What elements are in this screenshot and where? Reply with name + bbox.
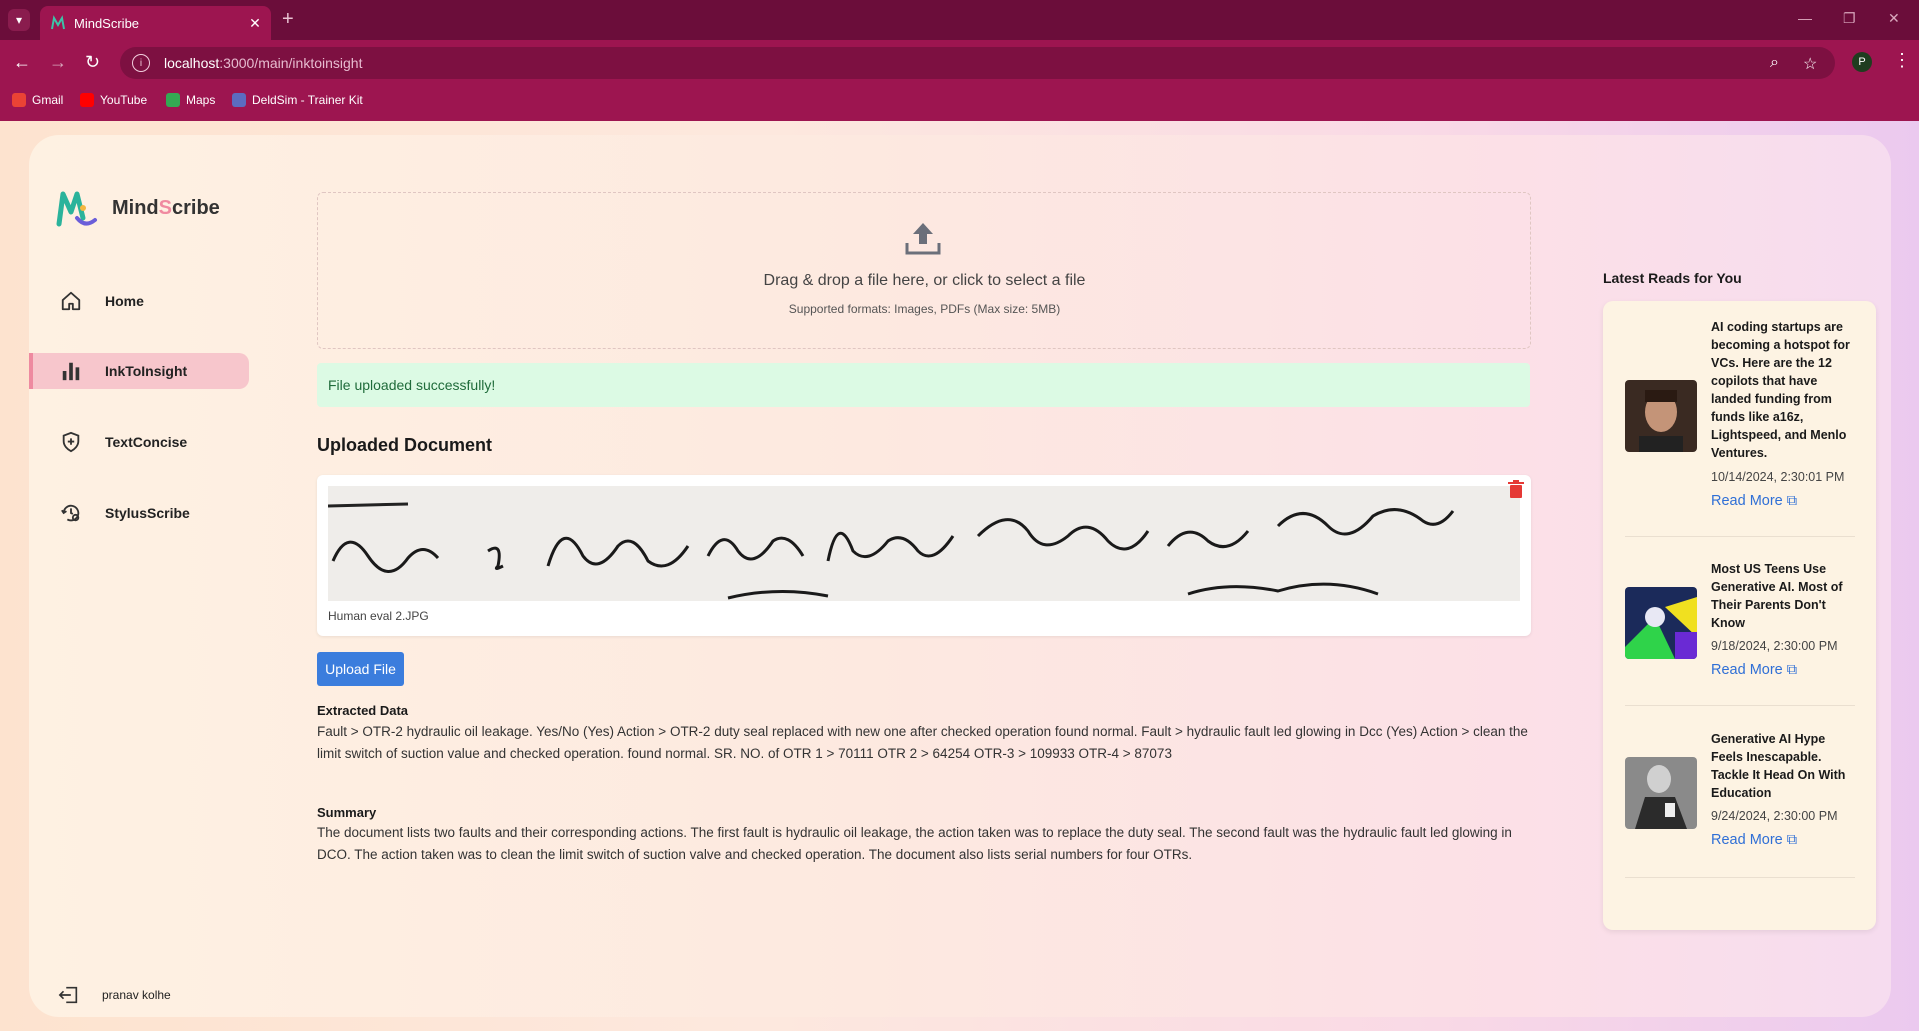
- restore-button[interactable]: ❐: [1843, 10, 1856, 27]
- sidebar-item-label: InkToInsight: [105, 363, 188, 379]
- reload-button[interactable]: ↻: [85, 52, 100, 72]
- bookmark-label: Maps: [186, 93, 216, 107]
- tab-title: MindScribe: [74, 15, 140, 31]
- address-bar[interactable]: i localhost:3000/main/inktoinsight: [120, 47, 1835, 79]
- read-more-link[interactable]: Read More ⧉: [1711, 662, 1797, 678]
- external-link-icon: ⧉: [1786, 832, 1798, 848]
- upload-file-button[interactable]: Upload File: [317, 652, 404, 686]
- zoom-icon[interactable]: ⌕: [1770, 54, 1779, 72]
- article-date: 9/24/2024, 2:30:00 PM: [1711, 809, 1838, 823]
- browser-tab-bar: ▾ MindScribe ✕ + — ❐ ✕: [0, 0, 1919, 40]
- maps-icon: [166, 93, 180, 107]
- bookmark-maps[interactable]: Maps: [166, 93, 215, 107]
- sidebar-item-label: Home: [105, 293, 144, 309]
- delete-trash-icon[interactable]: [1508, 480, 1524, 498]
- settings-history-icon: [59, 501, 83, 525]
- dropzone-formats: Supported formats: Images, PDFs (Max siz…: [788, 302, 1061, 316]
- article-title: Most US Teens Use Generative AI. Most of…: [1711, 562, 1843, 630]
- latest-reads-heading: Latest Reads for You: [1603, 270, 1742, 286]
- external-link-icon: ⧉: [1786, 493, 1798, 509]
- tab-close-icon[interactable]: ✕: [245, 15, 265, 32]
- success-alert: File uploaded successfully!: [317, 363, 1530, 407]
- read-item: Generative AI Hype Feels Inescapable. Ta…: [1625, 730, 1855, 878]
- bookmark-star-icon[interactable]: ☆: [1803, 54, 1817, 74]
- profile-avatar[interactable]: P: [1852, 52, 1872, 72]
- bookmarks-bar: Gmail YouTube Maps DeldSim - Trainer Kit: [0, 85, 1919, 121]
- article-thumbnail[interactable]: [1625, 587, 1697, 659]
- gmail-icon: [12, 93, 26, 107]
- window-close-button[interactable]: ✕: [1888, 10, 1900, 27]
- read-more-label: Read More: [1711, 662, 1783, 678]
- document-preview-image: [328, 486, 1520, 601]
- deldsim-icon: [232, 93, 246, 107]
- url-host: localhost: [164, 55, 220, 71]
- mindscribe-logo-icon: [56, 191, 97, 227]
- document-file-name: Human eval 2.JPG: [328, 609, 429, 623]
- article-thumbnail[interactable]: [1625, 757, 1697, 829]
- success-message: File uploaded successfully!: [328, 377, 496, 393]
- article-date: 9/18/2024, 2:30:00 PM: [1711, 639, 1838, 653]
- dropzone-text: Drag & drop a file here, or click to sel…: [763, 272, 1086, 289]
- uploaded-document-heading: Uploaded Document: [317, 435, 493, 455]
- forward-button[interactable]: →: [49, 52, 67, 72]
- article-title: Generative AI Hype Feels Inescapable. Ta…: [1711, 732, 1846, 800]
- browser-toolbar: ← → ↻ i localhost:3000/main/inktoinsight…: [0, 40, 1919, 85]
- shield-plus-icon: [59, 430, 83, 454]
- sidebar-item-label: TextConcise: [105, 434, 188, 450]
- read-more-link[interactable]: Read More ⧉: [1711, 493, 1797, 509]
- bookmark-youtube[interactable]: YouTube: [80, 93, 147, 107]
- extracted-data-text: Fault > OTR-2 hydraulic oil leakage. Yes…: [317, 724, 1528, 761]
- bookmark-label: YouTube: [100, 93, 148, 107]
- file-dropzone[interactable]: [317, 192, 1531, 349]
- bookmark-deldsim[interactable]: DeldSim - Trainer Kit: [232, 93, 363, 107]
- brand-accent: S: [158, 197, 172, 219]
- sidebar-item-home[interactable]: Home: [29, 283, 245, 319]
- bookmark-label: DeldSim - Trainer Kit: [252, 93, 363, 107]
- read-more-label: Read More: [1711, 493, 1783, 509]
- sidebar-item-inktoinsight[interactable]: InkToInsight: [29, 353, 249, 389]
- new-tab-button[interactable]: +: [282, 8, 294, 31]
- sidebar-item-stylusscribe[interactable]: StylusScribe: [29, 495, 245, 531]
- bar-chart-icon: [59, 359, 83, 383]
- tab-search-button[interactable]: ▾: [8, 9, 30, 31]
- logout-icon[interactable]: [58, 984, 80, 1006]
- read-item: Most US Teens Use Generative AI. Most of…: [1625, 560, 1855, 706]
- user-name: pranav kolhe: [102, 988, 171, 1002]
- sidebar-item-textconcise[interactable]: TextConcise: [29, 424, 245, 460]
- sidebar-item-label: StylusScribe: [105, 505, 190, 521]
- back-button[interactable]: ←: [13, 52, 31, 72]
- mindscribe-favicon-icon: [51, 15, 65, 30]
- read-item: AI coding startups are becoming a hotspo…: [1625, 318, 1855, 537]
- brand-prefix: Mind: [112, 197, 159, 219]
- article-title: AI coding startups are becoming a hotspo…: [1711, 320, 1850, 460]
- external-link-icon: ⧉: [1786, 662, 1798, 678]
- home-icon: [59, 289, 83, 313]
- upload-icon: [905, 223, 941, 255]
- article-thumbnail[interactable]: [1625, 380, 1697, 452]
- read-more-label: Read More: [1711, 832, 1783, 848]
- browser-menu-icon[interactable]: ⋮: [1893, 50, 1911, 71]
- youtube-icon: [80, 93, 94, 107]
- summary-text: The document lists two faults and their …: [317, 825, 1512, 862]
- read-more-link[interactable]: Read More ⧉: [1711, 832, 1797, 848]
- extracted-data-heading: Extracted Data: [317, 703, 409, 718]
- article-date: 10/14/2024, 2:30:01 PM: [1711, 470, 1845, 484]
- brand-name: MindScribe: [112, 197, 220, 220]
- browser-tab[interactable]: MindScribe ✕: [40, 6, 271, 40]
- bookmark-label: Gmail: [32, 93, 64, 107]
- site-info-icon[interactable]: i: [132, 54, 150, 72]
- summary-heading: Summary: [317, 805, 377, 820]
- minimize-button[interactable]: —: [1798, 10, 1812, 26]
- brand-suffix: cribe: [172, 197, 220, 219]
- url-path: :3000/main/inktoinsight: [219, 55, 363, 71]
- bookmark-gmail[interactable]: Gmail: [12, 93, 63, 107]
